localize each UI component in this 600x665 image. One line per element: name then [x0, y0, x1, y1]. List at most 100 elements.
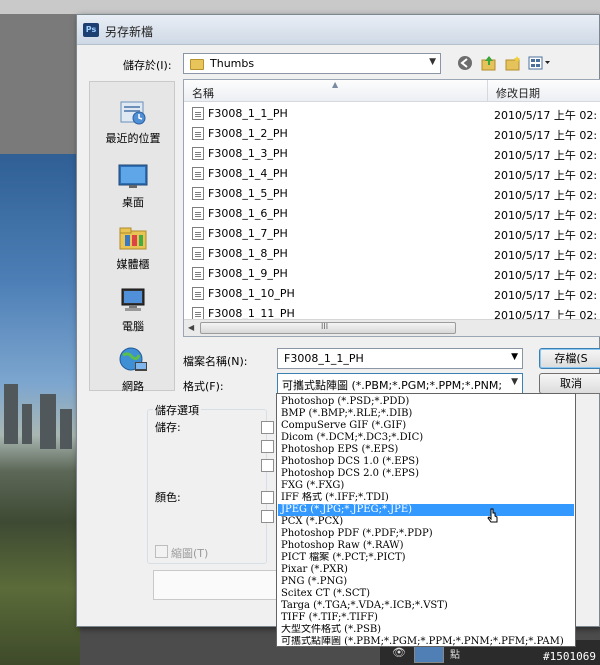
filename-value: F3008_1_1_PH [284, 352, 364, 365]
file-icon [192, 267, 204, 280]
file-date: 2010/5/17 上午 02: [494, 269, 598, 282]
format-option[interactable]: Photoshop PDF (*.PDF;*.PDP) [278, 528, 574, 540]
format-label: 格式(F): [183, 380, 224, 393]
mouse-cursor-icon [487, 508, 498, 523]
color-label: 顏色: [155, 491, 181, 504]
format-option[interactable]: 可攜式點陣圖 (*.PBM;*.PGM;*.PPM;*.PNM;*.PFM;*.… [278, 636, 574, 648]
color-option-checkbox[interactable] [261, 510, 274, 523]
column-header-date[interactable]: 修改日期 [496, 85, 540, 101]
chevron-down-icon[interactable]: ▼ [511, 352, 518, 362]
file-row[interactable]: F3008_1_1_PH 2010/5/17 上午 02: [184, 103, 600, 123]
file-row[interactable]: F3008_1_9_PH 2010/5/17 上午 02: [184, 263, 600, 283]
horizontal-scrollbar[interactable]: ◀ III [184, 319, 600, 336]
file-row[interactable]: F3008_1_10_PH 2010/5/17 上午 02: [184, 283, 600, 303]
file-name: F3008_1_8_PH [208, 247, 288, 260]
place-network[interactable]: 網路 [90, 346, 176, 394]
format-option[interactable]: IFF 格式 (*.IFF;*.TDI) [278, 492, 574, 504]
format-option[interactable]: Targa (*.TGA;*.VDA;*.ICB;*.VST) [278, 600, 574, 612]
file-row[interactable]: F3008_1_2_PH 2010/5/17 上午 02: [184, 123, 600, 143]
file-date: 2010/5/17 上午 02: [494, 249, 598, 262]
file-date: 2010/5/17 上午 02: [494, 109, 598, 122]
place-desktop[interactable]: 桌面 [90, 162, 176, 210]
file-row[interactable]: F3008_1_8_PH 2010/5/17 上午 02: [184, 243, 600, 263]
cancel-button[interactable]: 取消 [539, 373, 600, 394]
save-in-label: 儲存於(I): [123, 59, 172, 72]
file-row[interactable]: F3008_1_5_PH 2010/5/17 上午 02: [184, 183, 600, 203]
save-option-checkbox[interactable] [261, 440, 274, 453]
format-option[interactable]: CompuServe GIF (*.GIF) [278, 420, 574, 432]
thumbnail-label: 縮圖(T) [171, 547, 209, 560]
format-option[interactable]: Photoshop DCS 1.0 (*.EPS) [278, 456, 574, 468]
format-option[interactable]: Scitex CT (*.SCT) [278, 588, 574, 600]
file-name: F3008_1_3_PH [208, 147, 288, 160]
layer-name: 點 [450, 650, 460, 661]
place-label: 最近的位置 [105, 132, 161, 145]
format-option[interactable]: BMP (*.BMP;*.RLE;*.DIB) [278, 408, 574, 420]
dialog-title: 另存新檔 [105, 25, 154, 39]
format-option[interactable]: PCX (*.PCX) [278, 516, 574, 528]
save-option-checkbox[interactable] [261, 459, 274, 472]
format-option[interactable]: PNG (*.PNG) [278, 576, 574, 588]
place-label: 電腦 [122, 320, 144, 333]
save-in-combo[interactable]: Thumbs ▼ [183, 53, 441, 74]
scroll-left-icon[interactable]: ◀ [188, 323, 194, 332]
format-option[interactable]: 大型文件格式 (*.PSB) [278, 624, 574, 636]
format-option[interactable]: Photoshop (*.PSD;*.PDD) [278, 396, 574, 408]
photoshop-app-icon: Ps [83, 23, 99, 37]
place-label: 網路 [122, 380, 144, 393]
file-name: F3008_1_9_PH [208, 267, 288, 280]
format-option[interactable]: Pixar (*.PXR) [278, 564, 574, 576]
filename-field[interactable]: F3008_1_1_PH ▼ [277, 348, 523, 369]
file-row[interactable]: F3008_1_6_PH 2010/5/17 上午 02: [184, 203, 600, 223]
file-name: F3008_1_6_PH [208, 207, 288, 220]
column-header-name[interactable]: 名稱 [192, 85, 214, 101]
recent-places-icon [117, 98, 149, 126]
file-date: 2010/5/17 上午 02: [494, 129, 598, 142]
thumbnail-checkbox[interactable] [155, 545, 168, 558]
file-date: 2010/5/17 上午 02: [494, 169, 598, 182]
format-combo[interactable]: 可攜式點陣圖 (*.PBM;*.PGM;*.PPM;*.PNM; ▼ [277, 373, 523, 394]
up-folder-icon[interactable] [479, 55, 499, 73]
network-icon [117, 346, 149, 374]
format-option[interactable]: FXG (*.FXG) [278, 480, 574, 492]
file-name: F3008_1_1_PH [208, 107, 288, 120]
save-button[interactable]: 存檔(S [539, 348, 600, 369]
file-name: F3008_1_5_PH [208, 187, 288, 200]
chevron-down-icon[interactable]: ▼ [429, 57, 436, 67]
chevron-down-icon[interactable]: ▼ [511, 377, 518, 387]
format-option[interactable]: Photoshop DCS 2.0 (*.EPS) [278, 468, 574, 480]
format-option[interactable]: Photoshop Raw (*.RAW) [278, 540, 574, 552]
place-label: 媒體櫃 [116, 258, 150, 271]
save-option-checkbox[interactable] [261, 421, 274, 434]
folder-icon [190, 59, 204, 70]
place-label: 桌面 [122, 196, 144, 209]
file-row[interactable]: F3008_1_4_PH 2010/5/17 上午 02: [184, 163, 600, 183]
format-option[interactable]: PICT 檔案 (*.PCT;*.PICT) [278, 552, 574, 564]
file-date: 2010/5/17 上午 02: [494, 149, 598, 162]
format-option[interactable]: Photoshop EPS (*.EPS) [278, 444, 574, 456]
place-computer[interactable]: 電腦 [90, 286, 176, 334]
new-folder-icon[interactable] [503, 55, 523, 73]
file-list[interactable]: ▲ 名稱 修改日期 F3008_1_1_PH 2010/5/17 上午 02: F3… [183, 79, 600, 337]
filename-label: 檔案名稱(N): [183, 355, 248, 368]
file-row[interactable]: F3008_1_7_PH 2010/5/17 上午 02: [184, 223, 600, 243]
place-libraries[interactable]: 媒體櫃 [90, 224, 176, 272]
file-rows: F3008_1_1_PH 2010/5/17 上午 02: F3008_1_2_PH… [184, 103, 600, 323]
file-icon [192, 187, 204, 200]
color-option-checkbox[interactable] [261, 491, 274, 504]
format-option[interactable]: JPEG (*.JPG;*.JPEG;*.JPE) [278, 504, 574, 516]
file-date: 2010/5/17 上午 02: [494, 209, 598, 222]
format-dropdown-list[interactable]: Photoshop (*.PSD;*.PDD) BMP (*.BMP;*.RLE;… [276, 393, 576, 647]
format-option[interactable]: TIFF (*.TIF;*.TIFF) [278, 612, 574, 624]
save-options-title: 儲存選項 [153, 402, 201, 418]
dialog-titlebar[interactable]: Ps 另存新檔 [77, 15, 599, 45]
file-row[interactable]: F3008_1_3_PH 2010/5/17 上午 02: [184, 143, 600, 163]
file-icon [192, 227, 204, 240]
back-icon[interactable] [455, 55, 475, 73]
views-menu-icon[interactable] [527, 55, 553, 73]
place-recent[interactable]: 最近的位置 [90, 98, 176, 146]
format-option[interactable]: Dicom (*.DCM;*.DC3;*.DIC) [278, 432, 574, 444]
scrollbar-thumb[interactable]: III [200, 322, 456, 334]
file-date: 2010/5/17 上午 02: [494, 289, 598, 302]
places-bar: 最近的位置 桌面 媒體櫃 電腦 網路 [89, 81, 176, 394]
